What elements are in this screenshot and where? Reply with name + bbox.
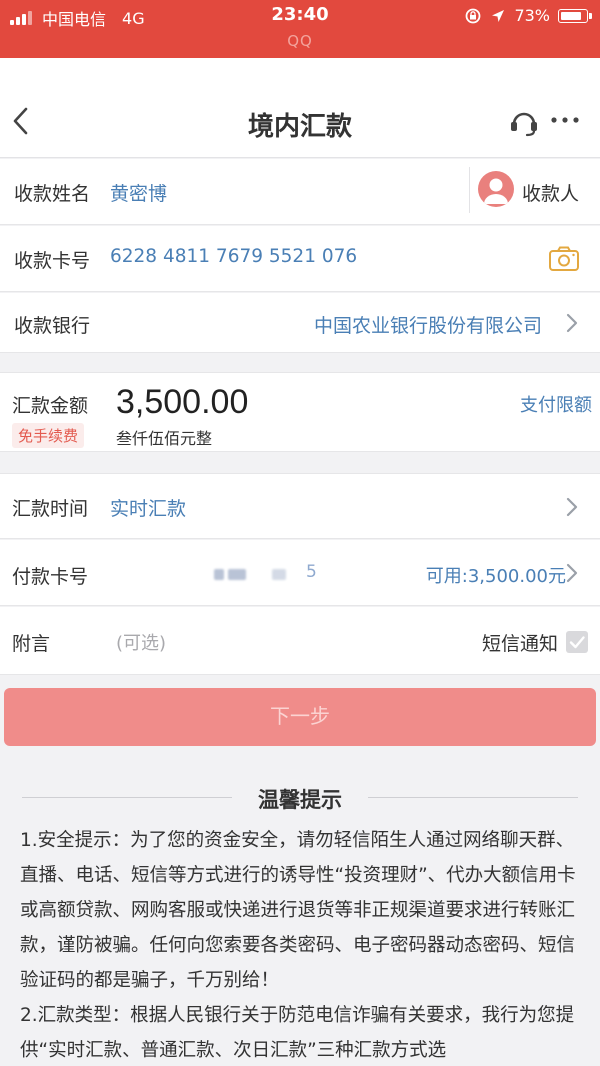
check-icon (569, 636, 585, 649)
payment-card-label: 付款卡号 (12, 566, 89, 588)
customer-service-icon[interactable] (508, 108, 540, 138)
available-balance: 可用:3,500.00元 (425, 566, 566, 587)
payee-bank-row[interactable]: 收款银行 中国农业银行股份有限公司 (0, 293, 600, 353)
payee-card-label: 收款卡号 (14, 250, 91, 272)
note-label: 附言 (12, 633, 51, 655)
sms-notify-label: 短信通知 (481, 633, 558, 655)
payment-card-row[interactable]: 付款卡号 5 可用:3,500.00元 (0, 540, 600, 606)
next-step-button[interactable]: 下一步 (4, 688, 596, 746)
note-input[interactable]: (可选) (116, 629, 166, 655)
tips-body: 1.安全提示：为了您的资金安全，请勿轻信陌生人通过网络聊天群、直播、电话、短信等… (20, 823, 580, 1066)
transfer-time-row[interactable]: 汇款时间 实时汇款 (0, 473, 600, 539)
tips-title: 温馨提示 (258, 788, 342, 812)
divider (469, 167, 470, 213)
foreground-app: QQ (287, 32, 313, 50)
tips-transfer-type: 2.汇款类型：根据人民银行关于防范电信诈骗有关要求，我行为您提供“实时汇款、普通… (20, 1005, 575, 1061)
chevron-right-icon (566, 563, 578, 583)
payment-limit-link[interactable]: 支付限额 (520, 391, 592, 417)
sms-notify-checkbox[interactable] (566, 631, 588, 653)
amount-row: 汇款金额 免手续费 3,500.00 叁仟伍佰元整 支付限额 (0, 372, 600, 452)
payee-card-row: 收款卡号 6228 4811 7679 5521 076 (0, 226, 600, 292)
amount-input[interactable]: 3,500.00 (116, 383, 248, 422)
transfer-time-label: 汇款时间 (12, 498, 89, 520)
payment-card-suffix: 5 (306, 562, 317, 582)
payee-name-row: 收款姓名 黄密博 收款人 (0, 159, 600, 225)
payee-name-value[interactable]: 黄密博 (110, 179, 167, 206)
note-row: 附言 (可选) 短信通知 (0, 607, 600, 675)
amount-chinese: 叁仟伍佰元整 (116, 429, 213, 448)
more-options-icon[interactable] (550, 110, 580, 130)
payee-card-input[interactable]: 6228 4811 7679 5521 076 (110, 246, 357, 267)
chevron-right-icon (566, 313, 578, 333)
masked-card-number (210, 566, 320, 584)
tips-security: 1.安全提示：为了您的资金安全，请勿轻信陌生人通过网络聊天群、直播、电话、短信等… (20, 830, 576, 991)
camera-icon[interactable] (548, 246, 580, 272)
rotation-lock-icon (466, 8, 481, 23)
battery-percent: 73% (514, 6, 550, 25)
amount-label: 汇款金额 (12, 395, 89, 417)
status-right: 73% (464, 6, 592, 25)
location-arrow-icon (492, 9, 505, 22)
chevron-right-icon (566, 497, 578, 517)
payee-name-label: 收款姓名 (14, 183, 91, 205)
nav-bar: 境内汇款 (0, 58, 600, 158)
payee-bank-value[interactable]: 中国农业银行股份有限公司 (314, 311, 542, 338)
payee-bank-label: 收款银行 (14, 315, 91, 337)
fee-free-badge: 免手续费 (12, 423, 85, 448)
battery-icon (558, 8, 592, 23)
status-bar: 中国电信 4G 23:40 QQ 73% (0, 0, 600, 58)
payee-button[interactable]: 收款人 (522, 179, 579, 206)
payee-avatar-icon[interactable] (478, 171, 514, 207)
transfer-time-value[interactable]: 实时汇款 (110, 494, 186, 521)
